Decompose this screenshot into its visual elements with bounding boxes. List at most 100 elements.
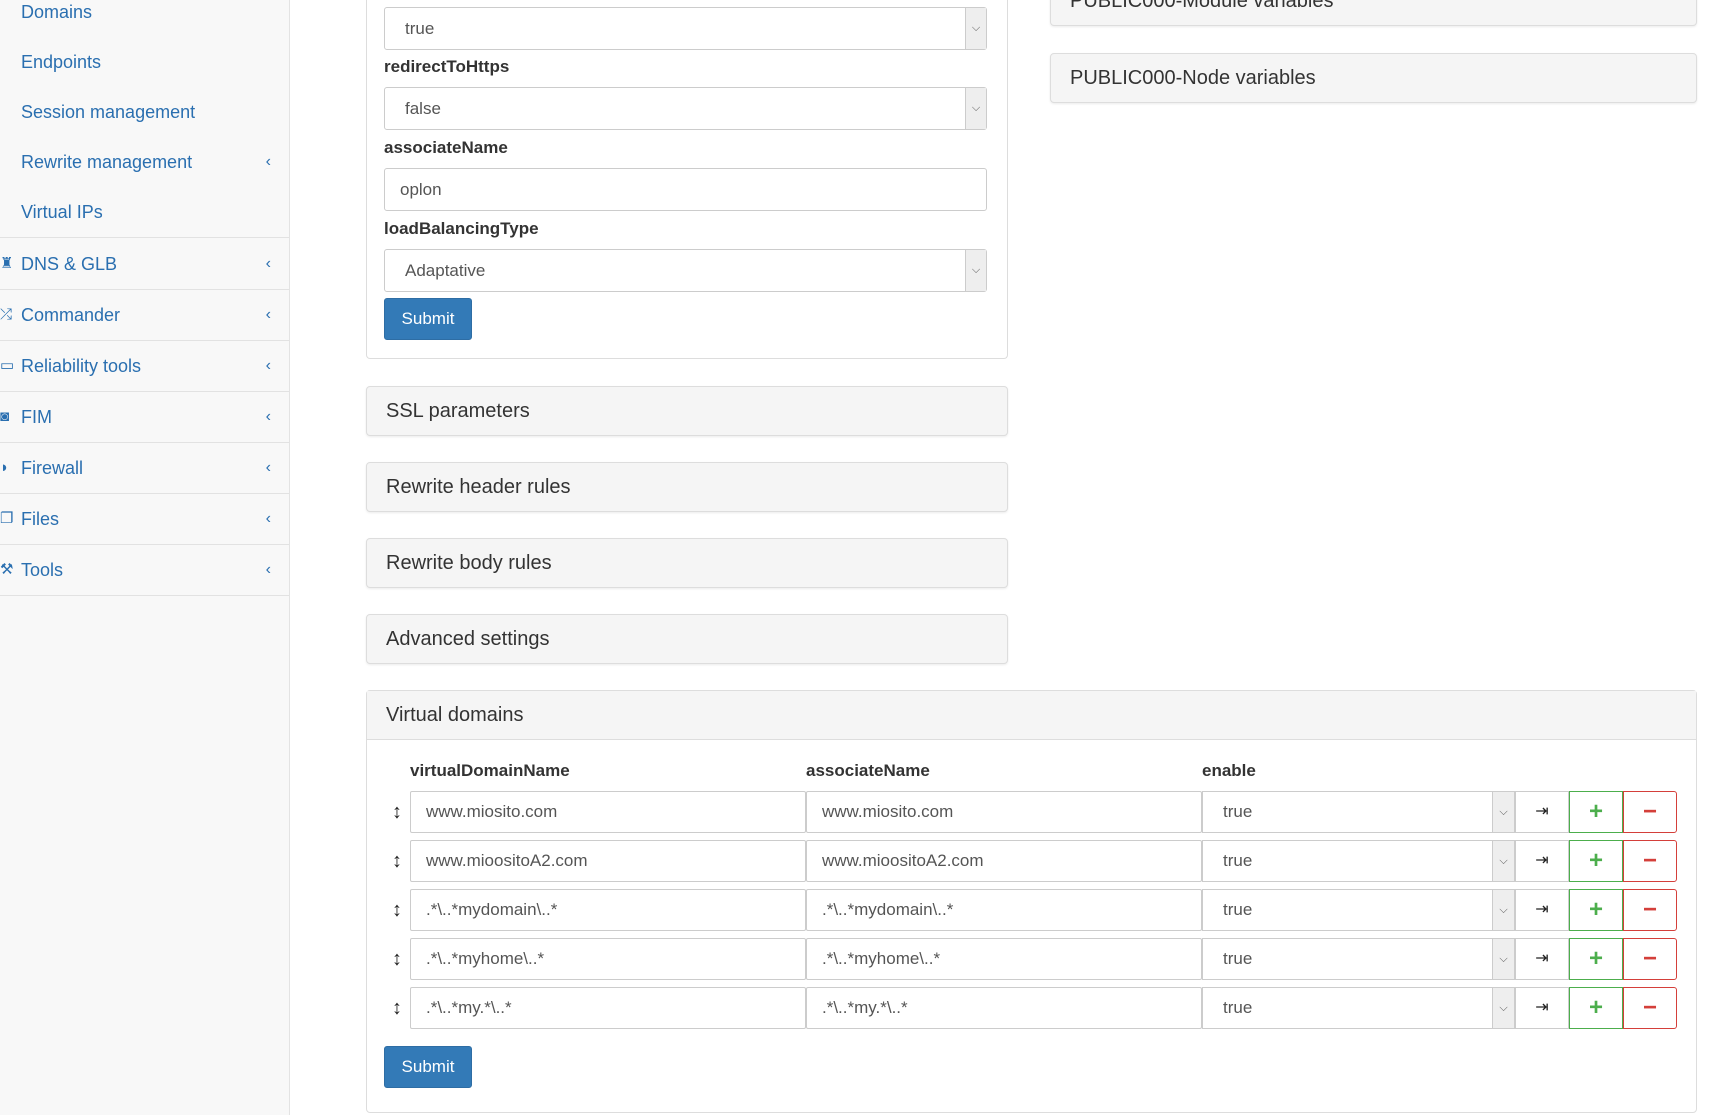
sidebar-item-domains[interactable]: Domains xyxy=(0,0,289,37)
sign-in-icon[interactable]: ⇥ xyxy=(1515,889,1569,931)
panel-advanced-settings[interactable]: Advanced settings xyxy=(366,614,1008,664)
select-value: Adaptative xyxy=(405,261,486,280)
drag-handle-icon[interactable]: ↕ xyxy=(389,938,405,980)
sign-in-icon[interactable]: ⇥ xyxy=(1515,840,1569,882)
enable-select[interactable]: true ⌵ xyxy=(1202,987,1515,1029)
sign-in-icon[interactable]: ⇥ xyxy=(1515,987,1569,1029)
virtual-domain-name-input[interactable]: www.miosito.com xyxy=(410,791,806,833)
select-value: true xyxy=(405,19,435,38)
sidebar-item-label: Tools xyxy=(21,560,64,580)
select-value: true xyxy=(1223,998,1253,1017)
select-value: true xyxy=(1223,851,1253,870)
chevron-down-icon: ⌵ xyxy=(1492,988,1514,1028)
sidebar-item-label: Rewrite management xyxy=(21,152,193,172)
camera-icon: ◙ xyxy=(0,408,10,425)
enable-select[interactable]: true ⌵ xyxy=(1202,889,1515,931)
sidebar-item-rewrite-management[interactable]: Rewrite management ‹ xyxy=(0,137,289,187)
add-row-button[interactable]: + xyxy=(1569,840,1623,882)
sidebar-item-session-management[interactable]: Session management xyxy=(0,87,289,137)
redirect-select[interactable]: false ⌵ xyxy=(384,87,987,130)
remove-row-button[interactable]: − xyxy=(1623,840,1677,882)
sidebar-item-label: Domains xyxy=(21,2,93,22)
sidebar-item-tools[interactable]: ⚒ Tools ‹ xyxy=(0,545,289,596)
sidebar-item-endpoints[interactable]: Endpoints xyxy=(0,37,289,87)
virtual-domains-submit-button[interactable]: Submit xyxy=(384,1046,472,1088)
chevron-left-icon: ‹ xyxy=(265,255,271,272)
chevron-down-icon: ⌵ xyxy=(1492,841,1514,881)
select-value: true xyxy=(1223,900,1253,919)
enable-select[interactable]: true ⌵ xyxy=(1202,938,1515,980)
sidebar: Domains Endpoints Session management Rew… xyxy=(0,0,290,1115)
remove-row-button[interactable]: − xyxy=(1623,791,1677,833)
remove-row-button[interactable]: − xyxy=(1623,889,1677,931)
remove-row-button[interactable]: − xyxy=(1623,938,1677,980)
sidebar-item-label: Commander xyxy=(21,305,121,325)
add-row-button[interactable]: + xyxy=(1569,987,1623,1029)
sidebar-item-label: DNS & GLB xyxy=(21,254,118,274)
virtual-domain-name-input[interactable]: .*\..*my.*\..* xyxy=(410,987,806,1029)
drag-handle-icon[interactable]: ↕ xyxy=(389,840,405,882)
sidebar-item-label: Session management xyxy=(21,102,196,122)
sitemap-icon: ♜ xyxy=(0,255,14,272)
load-balancing-type-label: loadBalancingType xyxy=(384,219,539,238)
associate-name-input[interactable]: .*\..*my.*\..* xyxy=(806,987,1202,1029)
sidebar-item-label: Reliability tools xyxy=(21,356,142,376)
add-row-button[interactable]: + xyxy=(1569,791,1623,833)
associate-name-input[interactable]: .*\..*myhome\..* xyxy=(806,938,1202,980)
sidebar-item-label: FIM xyxy=(21,407,52,427)
panel-node-variables[interactable]: PUBLIC000-Node variables xyxy=(1050,53,1697,103)
submit-button[interactable]: Submit xyxy=(384,298,472,340)
chevron-down-icon: ⌵ xyxy=(965,8,986,49)
monitor-icon: ▭ xyxy=(0,357,15,374)
load-balancing-type-select[interactable]: Adaptative ⌵ xyxy=(384,249,987,292)
redirect-label: redirectToHttps xyxy=(384,57,510,76)
select-value: true xyxy=(1223,949,1253,968)
associate-name-input[interactable]: www.mioositoA2.com xyxy=(806,840,1202,882)
panel-rewrite-header-rules[interactable]: Rewrite header rules xyxy=(366,462,1008,512)
top-select[interactable]: true ⌵ xyxy=(384,7,987,50)
sidebar-item-commander[interactable]: ⤮ Commander ‹ xyxy=(0,290,289,341)
select-value: false xyxy=(405,99,441,118)
drag-handle-icon[interactable]: ↕ xyxy=(389,791,405,833)
virtual-domain-name-input[interactable]: .*\..*mydomain\..* xyxy=(410,889,806,931)
associate-name-input[interactable]: oplon xyxy=(384,168,987,211)
panel-ssl-parameters[interactable]: SSL parameters xyxy=(366,386,1008,436)
chevron-left-icon: ‹ xyxy=(265,561,271,578)
associate-name-input[interactable]: .*\..*mydomain\..* xyxy=(806,889,1202,931)
random-icon: ⤮ xyxy=(0,306,13,323)
virtual-domains-panel: Virtual domains virtualDomainName associ… xyxy=(366,690,1697,1113)
chevron-down-icon: ⌵ xyxy=(1492,792,1514,832)
chevron-left-icon: ‹ xyxy=(265,153,271,170)
associate-name-label: associateName xyxy=(384,138,508,157)
enable-select[interactable]: true ⌵ xyxy=(1202,791,1515,833)
sign-in-icon[interactable]: ⇥ xyxy=(1515,791,1569,833)
sign-in-icon[interactable]: ⇥ xyxy=(1515,938,1569,980)
main-settings-panel: true ⌵ redirectToHttps false ⌵ associate… xyxy=(366,0,1008,359)
drag-handle-icon[interactable]: ↕ xyxy=(389,987,405,1029)
add-row-button[interactable]: + xyxy=(1569,889,1623,931)
drag-handle-icon[interactable]: ↕ xyxy=(389,889,405,931)
enable-select[interactable]: true ⌵ xyxy=(1202,840,1515,882)
files-icon: ❐ xyxy=(0,510,14,527)
virtual-domains-title: Virtual domains xyxy=(367,691,1696,740)
sidebar-item-firewall[interactable]: ◗ Firewall ‹ xyxy=(0,443,289,494)
chevron-left-icon: ‹ xyxy=(265,510,271,527)
select-value: true xyxy=(1223,802,1253,821)
sidebar-item-label: Endpoints xyxy=(21,52,102,72)
sidebar-item-fim[interactable]: ◙ FIM ‹ xyxy=(0,392,289,443)
chevron-left-icon: ‹ xyxy=(265,357,271,374)
panel-module-variables[interactable]: PUBLIC000-Module variables xyxy=(1050,0,1697,26)
sidebar-item-label: Virtual IPs xyxy=(21,202,103,222)
virtual-domain-name-input[interactable]: .*\..*myhome\..* xyxy=(410,938,806,980)
associate-name-input[interactable]: www.miosito.com xyxy=(806,791,1202,833)
chevron-left-icon: ‹ xyxy=(265,459,271,476)
add-row-button[interactable]: + xyxy=(1569,938,1623,980)
sidebar-item-files[interactable]: ❐ Files ‹ xyxy=(0,494,289,545)
virtual-domain-name-input[interactable]: www.mioositoA2.com xyxy=(410,840,806,882)
sidebar-item-virtual-ips[interactable]: Virtual IPs xyxy=(0,187,289,238)
sidebar-item-label: Firewall xyxy=(21,458,84,478)
panel-rewrite-body-rules[interactable]: Rewrite body rules xyxy=(366,538,1008,588)
sidebar-item-reliability-tools[interactable]: ▭ Reliability tools ‹ xyxy=(0,341,289,392)
sidebar-item-dns-glb[interactable]: ♜ DNS & GLB ‹ xyxy=(0,239,289,290)
remove-row-button[interactable]: − xyxy=(1623,987,1677,1029)
